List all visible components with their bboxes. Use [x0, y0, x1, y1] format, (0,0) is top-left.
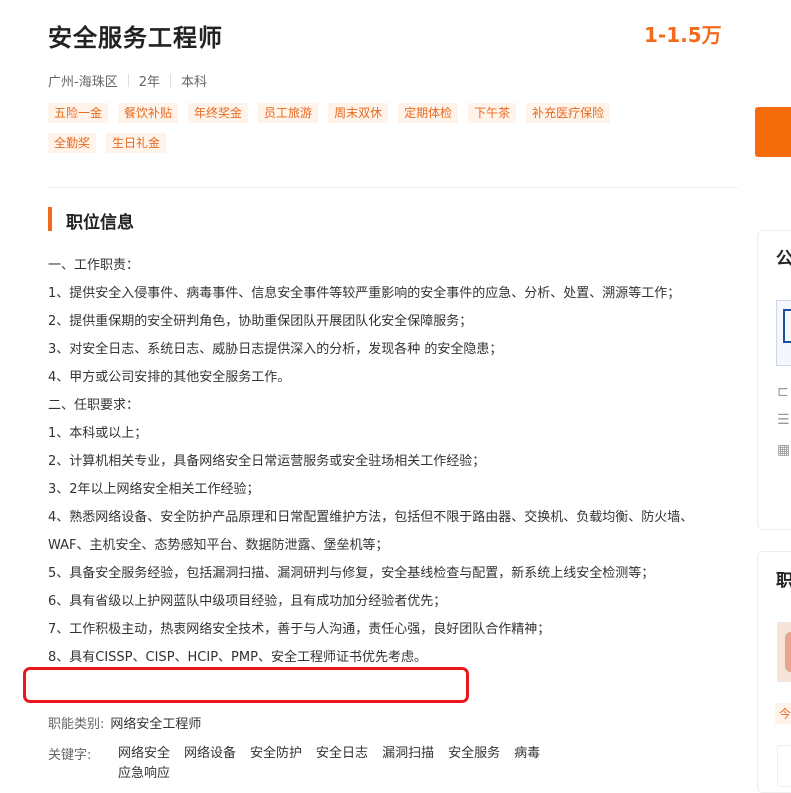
description-line: 一、工作职责： — [48, 258, 140, 273]
section-title: 职位信息 — [66, 213, 134, 233]
benefit-tag: 补充医疗保险 — [526, 103, 611, 123]
keyword-link[interactable]: 病毒 — [514, 744, 540, 764]
description-line: 4、熟悉网络设备、安全防护产品原理和日常配置维护方法，包括但不限于路由器、交换机… — [48, 510, 694, 553]
keyword-link[interactable]: 网络安全 — [118, 744, 170, 764]
keywords-label: 关键字: — [48, 748, 92, 763]
company-size-icon: ☰ — [777, 412, 790, 428]
highlight-box — [23, 667, 469, 703]
benefit-tag: 全勤奖 — [48, 133, 97, 153]
related-card-title: 职 — [776, 571, 791, 591]
job-experience: 2年 — [138, 75, 160, 90]
recruiter-avatar[interactable] — [777, 622, 791, 682]
benefit-tag: 年终奖金 — [188, 103, 249, 123]
keyword-link[interactable]: 安全防护 — [250, 744, 302, 764]
keyword-link[interactable]: 漏洞扫描 — [382, 744, 434, 764]
keyword-link[interactable]: 安全服务 — [448, 744, 500, 764]
section-accent-bar — [48, 207, 52, 231]
description-line: 3、2年以上网络安全相关工作经验； — [48, 482, 260, 497]
company-type-icon: ⊏ — [777, 384, 789, 400]
description-line: 二、任职要求： — [48, 398, 140, 413]
meta-divider — [127, 74, 129, 87]
description-line: 2、计算机相关专业，具备网络安全日常运营服务或安全驻场相关工作经验； — [48, 454, 486, 469]
function-label: 职能类别: — [48, 717, 105, 732]
job-salary: 1-1.5万 — [644, 23, 722, 47]
job-description: 一、工作职责： 1、提供安全入侵事件、病毒事件、信息安全事件等较严重影响的安全事… — [48, 252, 708, 672]
description-line: 3、对安全日志、系统日志、威胁日志提供深入的分析，发现各种 的安全隐患； — [48, 342, 503, 357]
description-line: 2、提供重保期的安全研判角色，协助重保团队开展团队化安全保障服务； — [48, 314, 473, 329]
job-title: 安全服务工程师 — [48, 24, 223, 52]
keyword-link[interactable]: 网络设备 — [184, 744, 236, 764]
company-industry-icon: ▦ — [777, 442, 791, 458]
recruiter-tag: 今 — [775, 703, 791, 724]
benefit-tag: 周末双休 — [328, 103, 389, 123]
benefit-tag: 五险一金 — [48, 103, 109, 123]
header-divider — [48, 187, 738, 188]
company-logo[interactable] — [776, 300, 791, 366]
company-card — [757, 230, 791, 530]
job-location: 广州-海珠区 — [48, 75, 118, 90]
apply-button[interactable] — [755, 107, 791, 157]
description-line: 6、具有省级以上护网蓝队中级项目经验，且有成功加分经验者优先； — [48, 594, 447, 609]
description-line: 1、提供安全入侵事件、病毒事件、信息安全事件等较严重影响的安全事件的应急、分析、… — [48, 286, 681, 301]
job-education: 本科 — [180, 75, 207, 90]
benefit-tag: 员工旅游 — [258, 103, 319, 123]
benefit-tag: 下午茶 — [468, 103, 517, 123]
description-line: 4、甲方或公司安排的其他安全服务工作。 — [48, 370, 291, 385]
description-line: 7、工作积极主动，热衷网络安全技术，善于与人沟通，责任心强，良好团队合作精神； — [48, 622, 551, 637]
function-value[interactable]: 网络安全工程师 — [110, 717, 201, 732]
company-card-title: 公 — [776, 249, 791, 269]
benefit-tag: 生日礼金 — [106, 133, 167, 153]
description-line: 5、具备安全服务经验，包括漏洞扫描、漏洞研判与修复，安全基线检查与配置，新系统上… — [48, 566, 655, 581]
meta-divider — [169, 74, 171, 87]
benefit-tags: 五险一金 餐饮补贴 年终奖金 员工旅游 周末双休 定期体检 下午茶 补充医疗保险… — [48, 103, 668, 153]
benefit-tag: 定期体检 — [398, 103, 459, 123]
job-function: 职能类别: 网络安全工程师 — [48, 713, 201, 732]
keyword-link[interactable]: 安全日志 — [316, 744, 368, 764]
keyword-link[interactable]: 应急响应 — [118, 764, 170, 784]
description-line: 1、本科或以上； — [48, 426, 148, 441]
benefit-tag: 餐饮补贴 — [118, 103, 179, 123]
job-meta: 广州-海珠区 2年 本科 — [48, 71, 207, 90]
keyword-list: 网络安全 网络设备 安全防护 安全日志 漏洞扫描 安全服务 病毒 应急响应 — [118, 744, 598, 784]
